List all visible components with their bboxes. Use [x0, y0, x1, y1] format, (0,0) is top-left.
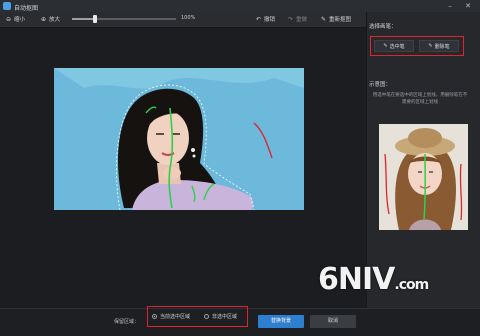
- retain-area-highlight: 当前选中区域 非选中区域: [147, 306, 248, 327]
- select-brush-label: 选中笔: [389, 43, 405, 50]
- deselect-brush-button[interactable]: ✎ 删除笔: [419, 40, 459, 52]
- undo-label: 撤销: [264, 17, 276, 23]
- zoom-slider-handle[interactable]: [92, 15, 97, 23]
- radio-non-selection[interactable]: 非选中区域: [204, 313, 237, 320]
- radio-non-selection-label: 非选中区域: [212, 314, 238, 320]
- watermark-main: 6NIV: [318, 262, 395, 297]
- sample-illustration: [379, 124, 468, 230]
- restart-icon: ✎: [320, 15, 327, 23]
- zoom-slider[interactable]: [72, 15, 176, 23]
- zoom-in-button[interactable]: ⊕ 放大: [40, 15, 61, 24]
- app-icon: [3, 2, 11, 10]
- zoom-in-label: 放大: [49, 17, 61, 23]
- photo-illustration: [54, 68, 304, 210]
- zoom-out-button[interactable]: ⊖ 缩小: [5, 15, 26, 24]
- radio-current-selection-label: 当前选中区域: [160, 314, 191, 320]
- undo-button[interactable]: ↶ 撤销: [255, 15, 276, 24]
- radio-selected-icon: [152, 314, 157, 319]
- pen-icon: ✎: [428, 43, 433, 49]
- zoom-value: 100%: [181, 15, 196, 21]
- select-brush-button[interactable]: ✎ 选中笔: [374, 40, 414, 52]
- brush-selector-highlight: ✎ 选中笔 ✎ 删除笔: [370, 36, 464, 56]
- watermark-suffix: .com: [394, 277, 429, 293]
- replace-background-button[interactable]: 替换背景: [258, 315, 304, 328]
- radio-unselected-icon: [204, 314, 209, 319]
- zoom-out-icon: ⊖: [5, 15, 12, 23]
- window-title: 自动抠图: [14, 5, 39, 12]
- retain-area-label: 保留区域：: [114, 319, 140, 325]
- sample-image: [379, 124, 468, 230]
- restart-button[interactable]: ✎ 重新抠图: [320, 15, 352, 24]
- minimize-button[interactable]: –: [444, 1, 456, 11]
- brush-tip-text: 用选中笔在要选中的区域上划线，用删除笔在不需要的区域上划线: [372, 93, 468, 105]
- zoom-out-label: 缩小: [14, 17, 26, 23]
- zoom-in-icon: ⊕: [40, 15, 47, 23]
- edit-photo[interactable]: [54, 68, 304, 210]
- sample-section-title: 示意图：: [369, 82, 392, 88]
- pen-icon: ✎: [383, 43, 388, 49]
- cancel-button[interactable]: 取消: [310, 315, 356, 328]
- undo-icon: ↶: [255, 15, 262, 23]
- brush-section-title: 选择画笔：: [369, 24, 397, 30]
- redo-button[interactable]: ↷ 重做: [287, 15, 308, 24]
- site-watermark-logo: 6NIV.com: [318, 262, 429, 297]
- redo-icon: ↷: [287, 15, 294, 23]
- redo-label: 重做: [296, 17, 308, 23]
- zoom-slider-fill: [72, 18, 95, 20]
- restart-label: 重新抠图: [329, 17, 352, 23]
- deselect-brush-label: 删除笔: [434, 43, 450, 50]
- radio-current-selection[interactable]: 当前选中区域: [152, 313, 190, 320]
- close-button[interactable]: ✕: [462, 1, 474, 11]
